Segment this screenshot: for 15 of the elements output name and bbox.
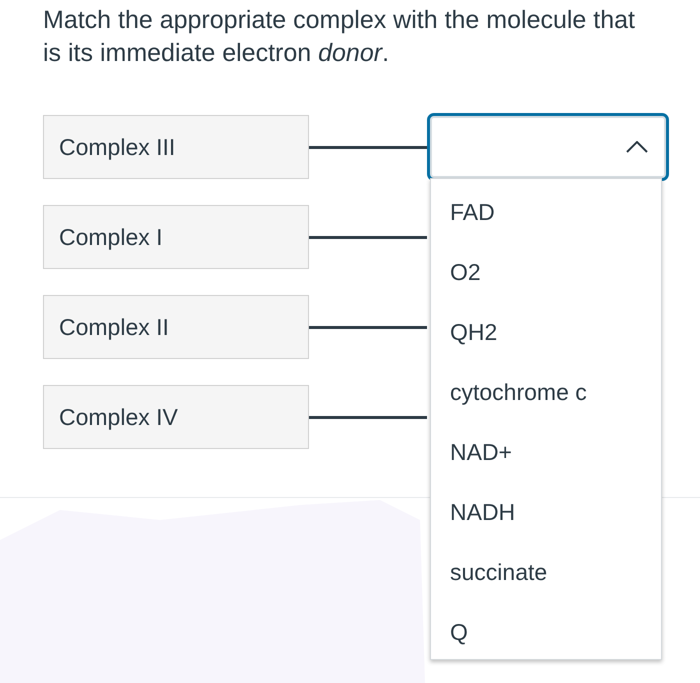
menu-option[interactable]: Q	[431, 615, 661, 675]
complex-label: Complex IV	[43, 385, 309, 449]
menu-option[interactable]: NADH	[431, 495, 661, 555]
question-text: Match the appropriate complex with the molecule that is its immediate electron donor.	[42, 5, 636, 68]
menu-option[interactable]: succinate	[431, 555, 661, 615]
answer-select[interactable]	[427, 113, 669, 181]
complex-label: Complex II	[43, 295, 309, 359]
menu-option[interactable]: O2	[431, 255, 661, 315]
menu-option[interactable]: NAD+	[431, 435, 661, 495]
menu-option[interactable]: QH2	[431, 315, 661, 375]
chevron-up-icon	[626, 141, 648, 153]
complex-label: Complex I	[43, 205, 309, 269]
menu-option[interactable]: cytochrome c	[431, 375, 661, 435]
complex-label: Complex III	[43, 115, 309, 179]
menu-option[interactable]: FAD	[431, 195, 661, 255]
